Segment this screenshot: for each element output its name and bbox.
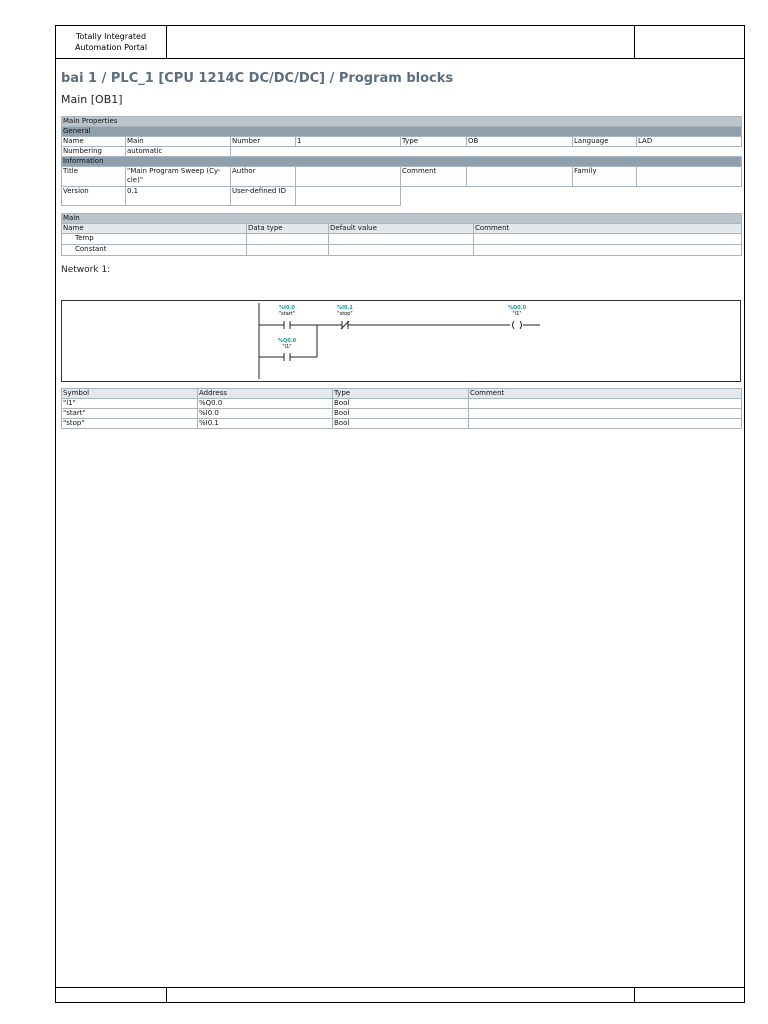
address-cell: %I0.0 xyxy=(197,408,333,419)
col-default-value: Default value xyxy=(328,223,474,234)
contact-l1[interactable]: %Q0.0 "l1" xyxy=(267,338,307,350)
table-row: "l1" %Q0.0 Bool xyxy=(61,398,742,409)
family-value xyxy=(635,166,743,187)
header-middle-cell xyxy=(166,25,635,59)
col-name: Name xyxy=(61,223,247,234)
contact-l1-symbol: "l1" xyxy=(282,344,292,350)
network-title: Network 1: xyxy=(61,265,111,275)
table-row: "stop" %I0.1 Bool xyxy=(61,418,742,429)
title-value: "Main Program Sweep (Cy-cle)" xyxy=(125,166,231,187)
type-cell: Bool xyxy=(332,408,469,419)
col-symbol: Symbol xyxy=(61,388,198,399)
title-label: Title xyxy=(61,166,126,187)
type-value: OB xyxy=(466,136,573,147)
comment-cell xyxy=(468,398,742,409)
interface-table: Main Name Data type Default value Commen… xyxy=(60,213,743,256)
symbol-cell: "start" xyxy=(61,408,198,419)
contact-start-symbol: "start" xyxy=(278,311,296,317)
number-value: 1 xyxy=(295,136,401,147)
symbol-cell: "l1" xyxy=(61,398,198,409)
address-cell: %Q0.0 xyxy=(197,398,333,409)
name-label: Name xyxy=(61,136,126,147)
top-rung xyxy=(259,320,540,330)
footer-right-cell xyxy=(634,987,745,1003)
language-label: Language xyxy=(572,136,637,147)
col-address: Address xyxy=(197,388,333,399)
language-value: LAD xyxy=(635,136,743,147)
col-comment: Comment xyxy=(472,223,743,234)
interface-header: Main xyxy=(60,213,743,224)
contact-start[interactable]: %I0.0 "start" xyxy=(267,305,307,317)
breadcrumb: bai 1 / PLC_1 [CPU 1214C DC/DC/DC] / Pro… xyxy=(61,71,454,86)
numbering-label: Numbering xyxy=(61,146,126,157)
comment-label: Comment xyxy=(400,166,467,187)
coil-symbol: "l1" xyxy=(512,311,522,317)
userid-value xyxy=(295,186,401,206)
portal-line-2: Automation Portal xyxy=(74,43,148,52)
contact-stop[interactable]: %I0.1 "stop" xyxy=(325,305,365,317)
footer-middle-cell xyxy=(166,987,635,1003)
version-value: 0.1 xyxy=(125,186,231,206)
col-comment: Comment xyxy=(468,388,742,399)
symbol-table: Symbol Address Type Comment "l1" %Q0.0 Boo… xyxy=(61,388,742,429)
userid-label: User-defined ID xyxy=(230,186,296,206)
comment-cell xyxy=(468,408,742,419)
contact-stop-symbol: "stop" xyxy=(337,311,353,317)
coil-l1[interactable]: %Q0.0 "l1" xyxy=(497,305,537,317)
symbol-cell: "stop" xyxy=(61,418,198,429)
number-label: Number xyxy=(230,136,296,147)
header-right-cell xyxy=(634,25,745,59)
author-value xyxy=(295,166,401,187)
comment-cell xyxy=(468,418,742,429)
block-title: Main [OB1] xyxy=(61,93,123,106)
header-logo-cell: Totally Integrated Automation Portal xyxy=(55,25,167,59)
information-header: Information xyxy=(60,156,743,167)
table-row: "start" %I0.0 Bool xyxy=(61,408,742,419)
type-label: Type xyxy=(400,136,467,147)
section-header: Main Properties xyxy=(60,116,743,127)
numbering-value: automatic xyxy=(125,146,231,157)
interface-row-constant: Constant xyxy=(61,244,247,256)
properties-table: Main Properties General Name Main Number 1… xyxy=(60,116,743,206)
name-value: Main xyxy=(125,136,231,147)
address-cell: %I0.1 xyxy=(197,418,333,429)
ladder-diagram: %I0.0 "start" %I0.1 "stop" %Q0.0 "l1" %Q… xyxy=(61,300,741,382)
comment-value xyxy=(466,166,573,187)
col-type: Type xyxy=(332,388,469,399)
type-cell: Bool xyxy=(332,398,469,409)
footer-left-cell xyxy=(55,987,167,1003)
family-label: Family xyxy=(572,166,637,187)
col-data-type: Data type xyxy=(246,223,329,234)
interface-row-temp: Temp xyxy=(61,233,247,245)
version-label: Version xyxy=(61,186,126,206)
portal-line-1: Totally Integrated xyxy=(75,32,147,41)
type-cell: Bool xyxy=(332,418,469,429)
general-header: General xyxy=(60,126,743,137)
author-label: Author xyxy=(230,166,296,187)
